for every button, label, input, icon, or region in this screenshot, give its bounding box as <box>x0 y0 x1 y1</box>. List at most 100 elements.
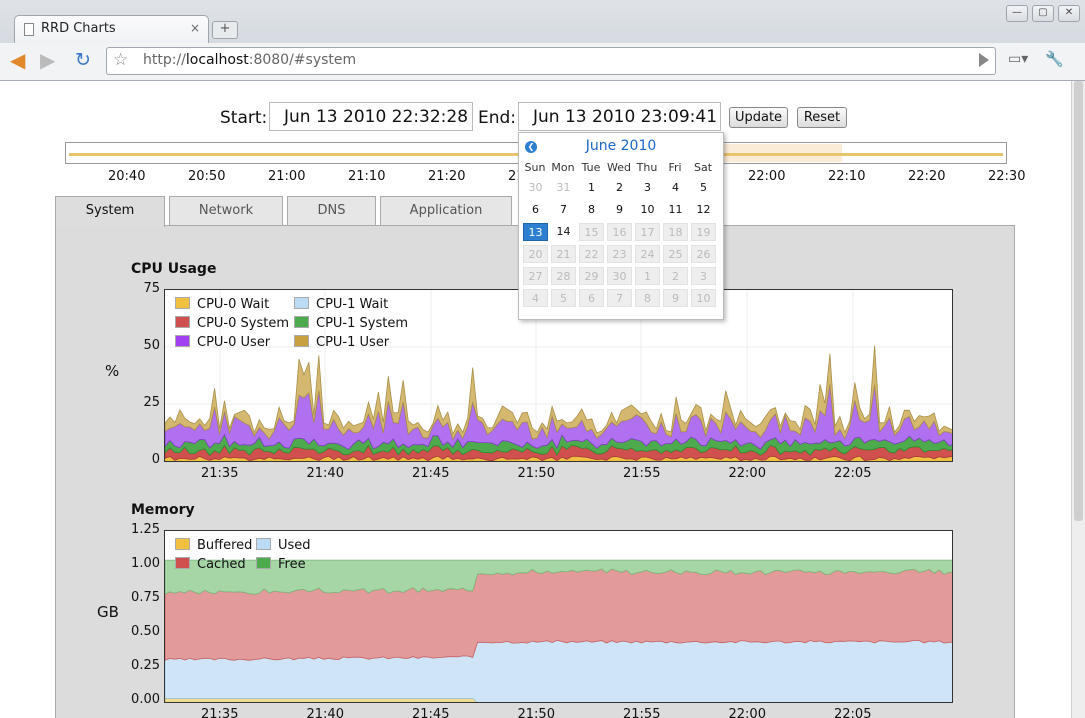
star-icon[interactable]: ☆ <box>113 50 128 70</box>
tab-network[interactable]: Network <box>169 196 283 226</box>
timeline-tick: 20:40 <box>108 169 146 184</box>
calendar-day[interactable]: 1 <box>579 179 604 197</box>
memory-chart-title: Memory <box>131 502 195 518</box>
calendar-day[interactable]: 2 <box>663 267 688 285</box>
calendar-day[interactable]: 23 <box>607 245 632 263</box>
calendar-day[interactable]: 14 <box>551 223 576 241</box>
minimize-button[interactable]: — <box>1006 5 1028 22</box>
tab-application[interactable]: Application <box>380 196 512 226</box>
scrollbar-thumb[interactable] <box>1074 81 1083 521</box>
calendar-day[interactable]: 7 <box>607 289 632 307</box>
calendar-day[interactable]: 4 <box>523 289 548 307</box>
start-input[interactable]: Jun 13 2010 22:32:28 <box>269 102 473 131</box>
memory-series <box>165 559 952 702</box>
address-bar[interactable]: ☆ http://localhost:8080/#system <box>106 47 996 75</box>
start-label: Start: <box>220 108 268 128</box>
calendar-day[interactable]: 10 <box>691 289 716 307</box>
calendar-day[interactable]: 10 <box>635 201 660 219</box>
calendar-day[interactable]: 27 <box>523 267 548 285</box>
close-window-button[interactable]: ✕ <box>1058 5 1080 22</box>
legend-swatch <box>175 316 190 328</box>
legend-label: CPU-1 User <box>316 335 390 350</box>
timeline-tick: 22:30 <box>988 169 1026 184</box>
cpu-x-tick: 21:40 <box>306 466 344 481</box>
page-content: Start: Jun 13 2010 22:32:28 End: Jun 13 … <box>4 81 1071 718</box>
legend-label: CPU-1 System <box>316 316 409 331</box>
legend-item: Buffered <box>175 538 252 553</box>
tab-title: RRD Charts <box>41 21 116 36</box>
calendar-day[interactable]: 29 <box>579 267 604 285</box>
calendar-day[interactable]: 31 <box>551 179 576 197</box>
calendar-day[interactable]: 1 <box>635 267 660 285</box>
legend-swatch <box>175 538 190 550</box>
timeline-tick: 22:10 <box>828 169 866 184</box>
legend-item: CPU-1 User <box>294 335 389 350</box>
calendar-day[interactable]: 12 <box>691 201 716 219</box>
page-icon <box>24 23 34 36</box>
calendar-day[interactable]: 30 <box>607 267 632 285</box>
new-tab-button[interactable]: + <box>212 21 238 39</box>
calendar-day[interactable]: 25 <box>663 245 688 263</box>
calendar-day[interactable]: 19 <box>691 223 716 241</box>
calendar-day[interactable]: 6 <box>579 289 604 307</box>
calendar-day[interactable]: 18 <box>663 223 688 241</box>
wrench-icon[interactable]: 🔧 <box>1045 50 1064 68</box>
calendar-day[interactable]: 9 <box>607 201 632 219</box>
calendar-day[interactable]: 20 <box>523 245 548 263</box>
memory-x-tick: 21:45 <box>412 707 450 718</box>
tab-dns[interactable]: DNS <box>287 196 376 226</box>
cpu-y-label: % <box>105 362 120 380</box>
cpu-y-tick: 75 <box>143 281 160 296</box>
calendar-day[interactable]: 15 <box>579 223 604 241</box>
close-icon[interactable]: × <box>190 21 200 35</box>
calendar-day[interactable]: 2 <box>607 179 632 197</box>
calendar-day[interactable]: 17 <box>635 223 660 241</box>
calendar-day[interactable]: 8 <box>635 289 660 307</box>
update-button[interactable]: Update <box>729 107 788 128</box>
back-arrow-icon[interactable]: ◀ <box>10 50 25 70</box>
forward-arrow-icon[interactable]: ▶ <box>40 50 55 70</box>
calendar-day[interactable]: 30 <box>523 179 548 197</box>
go-arrow-icon[interactable] <box>979 53 989 67</box>
calendar-day[interactable]: 5 <box>551 289 576 307</box>
calendar-day[interactable]: 24 <box>635 245 660 263</box>
reset-button[interactable]: Reset <box>797 107 847 128</box>
calendar-day[interactable]: 11 <box>663 201 688 219</box>
reload-icon[interactable]: ↻ <box>75 50 91 70</box>
calendar-day[interactable]: 26 <box>691 245 716 263</box>
calendar-day[interactable]: 28 <box>551 267 576 285</box>
legend-label: CPU-1 Wait <box>316 297 389 312</box>
calendar-day[interactable]: 13 <box>523 223 548 241</box>
calendar-day[interactable]: 21 <box>551 245 576 263</box>
calendar-day[interactable]: 3 <box>635 179 660 197</box>
cpu-x-tick: 22:00 <box>728 466 766 481</box>
memory-x-tick: 22:00 <box>728 707 766 718</box>
vertical-scrollbar[interactable] <box>1071 81 1085 718</box>
calendar-day[interactable]: 3 <box>691 267 716 285</box>
calendar-day[interactable]: 5 <box>691 179 716 197</box>
legend-label: CPU-0 System <box>197 316 290 331</box>
calendar-day[interactable]: 4 <box>663 179 688 197</box>
cpu-x-tick: 22:05 <box>834 466 872 481</box>
maximize-button[interactable]: ▢ <box>1032 5 1054 22</box>
calendar-day[interactable]: 8 <box>579 201 604 219</box>
calendar-day[interactable]: 16 <box>607 223 632 241</box>
calendar-day[interactable]: 9 <box>663 289 688 307</box>
tab-system[interactable]: System <box>55 196 165 227</box>
cpu-chart-title: CPU Usage <box>131 261 217 277</box>
calendar-dow: Thu <box>636 161 658 174</box>
memory-x-tick: 21:50 <box>517 707 555 718</box>
legend-label: Cached <box>197 557 246 572</box>
timeline-tick: 22:20 <box>908 169 946 184</box>
timeline-tick: 22:00 <box>748 169 786 184</box>
timeline-tick: 20:50 <box>188 169 226 184</box>
calendar-day[interactable]: 22 <box>579 245 604 263</box>
page-menu-icon[interactable]: ▭▾ <box>1008 51 1028 67</box>
calendar-day[interactable]: 7 <box>551 201 576 219</box>
memory-x-tick: 22:05 <box>834 707 872 718</box>
end-input[interactable]: Jun 13 2010 23:09:41 <box>518 102 721 131</box>
browser-tab[interactable]: RRD Charts × <box>14 15 209 44</box>
legend-label: CPU-0 User <box>197 335 271 350</box>
legend-swatch <box>256 557 271 569</box>
calendar-day[interactable]: 6 <box>523 201 548 219</box>
